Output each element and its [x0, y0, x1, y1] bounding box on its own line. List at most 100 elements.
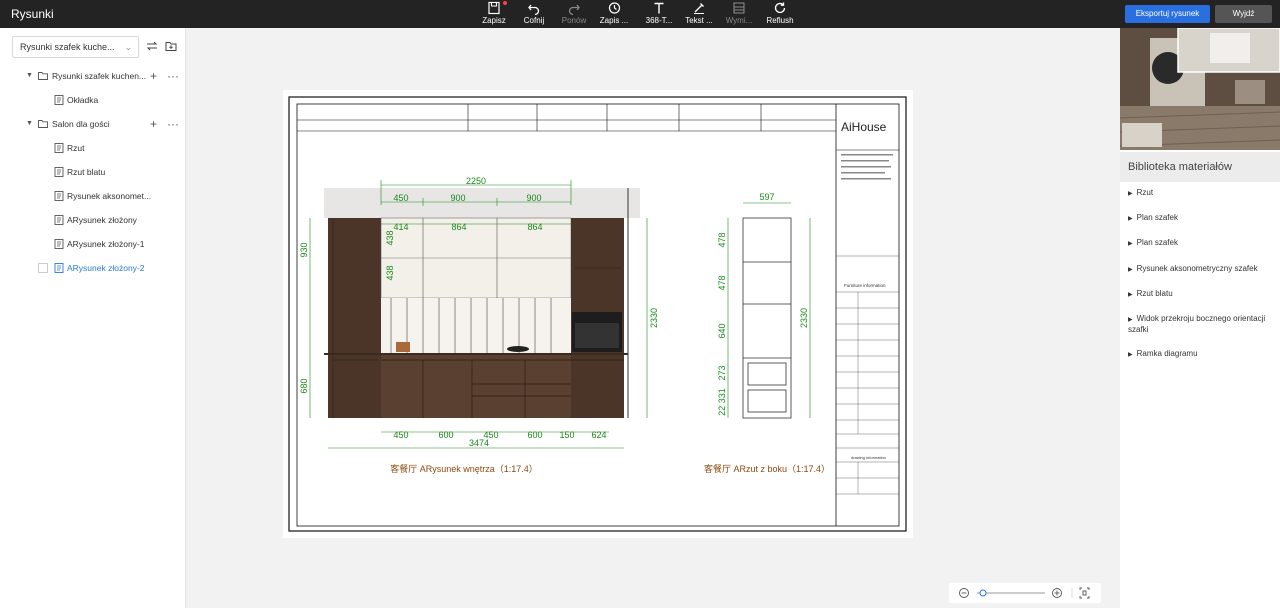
- caret-right-icon: ▶: [1128, 241, 1133, 247]
- caret-right-icon: ▶: [1128, 317, 1133, 323]
- refresh-icon: [774, 2, 786, 14]
- top-toolbar: Rysunki Zapisz Cofnij Ponów Zapis ... 36…: [0, 0, 1280, 28]
- dim-label: 864: [527, 222, 542, 232]
- zoom-in-icon[interactable]: [1052, 588, 1062, 598]
- dim-label: 2250: [466, 176, 486, 186]
- drawing-file-icon: [54, 95, 64, 105]
- dim-label: 930: [299, 242, 309, 257]
- more-icon[interactable]: ···: [167, 114, 179, 134]
- dim-label: 438: [385, 230, 395, 245]
- library-item-label: Plan szafek: [1136, 213, 1178, 222]
- tree-item-label: ARysunek złożony-2: [67, 263, 145, 273]
- dim-label: 640: [717, 323, 727, 338]
- drawing-file-icon: [54, 167, 64, 177]
- dim-label: 680: [299, 378, 309, 393]
- library-item-countertop[interactable]: ▶ Rzut blatu: [1128, 289, 1273, 300]
- side-view-caption: 客餐厅 ARzut z boku（1:17.4）: [704, 463, 830, 474]
- reflush-button[interactable]: Reflush: [755, 1, 805, 25]
- tree-item-label: Rysunek aksonomet...: [67, 191, 152, 201]
- dim-label: 597: [759, 192, 774, 202]
- drawing-file-icon: [54, 263, 64, 273]
- tree-item-label: ARysunek złożony: [67, 215, 137, 225]
- dim-label: 450: [393, 430, 408, 440]
- drawing-file-icon: [54, 215, 64, 225]
- material-preview-thumbnail[interactable]: [1120, 28, 1280, 150]
- zoom-bar: [949, 583, 1101, 603]
- undo-icon: [528, 4, 540, 15]
- chevron-down-icon: ⌄: [124, 42, 132, 52]
- checkbox[interactable]: [38, 263, 48, 273]
- reflush-label: Reflush: [766, 16, 794, 25]
- dim-label: 3474: [469, 438, 489, 448]
- redo-label: Ponów: [561, 16, 587, 25]
- library-item-plan[interactable]: ▶ Rzut: [1128, 188, 1273, 199]
- caret-right-icon: ▶: [1128, 191, 1133, 197]
- left-panel: Rysunki szafek kuche... ⌄ ▼ Rysunki szaf…: [0, 28, 186, 608]
- drawing-canvas[interactable]: AiHouse Furniture information drawing in…: [187, 28, 1120, 608]
- tree-item-label: Rzut blatu: [67, 167, 106, 177]
- library-item-label: Plan szafek: [1136, 238, 1178, 247]
- zoom-out-icon[interactable]: [959, 588, 969, 598]
- folder-icon: [38, 72, 48, 80]
- library-item-cabinet-plan-2[interactable]: ▶ Plan szafek: [1128, 238, 1273, 249]
- dim-label: 864: [451, 222, 466, 232]
- zoom-slider-handle[interactable]: [979, 589, 987, 597]
- dim-label: 438: [385, 265, 395, 280]
- fit-screen-icon[interactable]: [1079, 587, 1090, 599]
- drawing-file-icon: [54, 143, 64, 153]
- library-item-axonometric[interactable]: ▶ Rysunek aksonometryczny szafek: [1128, 264, 1273, 275]
- library-item-cabinet-plan[interactable]: ▶ Plan szafek: [1128, 213, 1273, 224]
- library-item-label: Rzut blatu: [1136, 289, 1173, 298]
- add-icon[interactable]: +: [150, 114, 157, 134]
- drawing-file-icon: [54, 239, 64, 249]
- swap-icon[interactable]: [146, 40, 158, 52]
- redo-icon: [568, 4, 580, 15]
- library-item-side-section[interactable]: ▶ Widok przekroju bocznego orientacji sza…: [1128, 314, 1273, 335]
- history-icon: [608, 2, 621, 14]
- save-icon: [488, 1, 500, 15]
- right-panel: Biblioteka materiałów ▶ Rzut ▶ Plan szafek…: [1120, 28, 1280, 608]
- undo-label: Cofnij: [523, 16, 545, 25]
- caret-right-icon: ▶: [1128, 352, 1133, 358]
- new-folder-icon[interactable]: [165, 40, 177, 52]
- dim-label: 900: [450, 193, 465, 203]
- drawing-set-select[interactable]: Rysunki szafek kuche... ⌄: [12, 36, 139, 58]
- text-tool-label: Tekst ...: [685, 16, 713, 25]
- dim-label: 273: [717, 365, 727, 380]
- dim-label: 478: [717, 232, 727, 247]
- dim-label: 150: [559, 430, 574, 440]
- side-elevation: [742, 217, 792, 419]
- more-icon[interactable]: ···: [167, 66, 179, 86]
- tree-item-guest-living[interactable]: ▼ Salon dla gości + ···: [26, 114, 186, 134]
- library-item-label: Rzut: [1136, 188, 1154, 197]
- dim-label: 2330: [649, 308, 659, 328]
- material-library-header: Biblioteka materiałów: [1120, 152, 1280, 182]
- tree-item-label: Rysunki szafek kuchen...: [52, 71, 147, 81]
- library-item-diagram-frame[interactable]: ▶ Ramka diagramu: [1128, 349, 1273, 360]
- dim-label: 450: [393, 193, 408, 203]
- library-item-label: Rysunek aksonometryczny szafek: [1136, 264, 1258, 273]
- pen-icon: [694, 3, 704, 14]
- caret-right-icon: ▶: [1128, 267, 1133, 273]
- history-button[interactable]: Zapis ...: [589, 1, 639, 25]
- save-label: Zapisz: [482, 16, 506, 25]
- add-icon[interactable]: +: [150, 66, 157, 86]
- tree-item-kitchen-drawings[interactable]: ▼ Rysunki szafek kuchen... + ···: [26, 66, 186, 86]
- caret-down-icon: ▼: [26, 72, 33, 79]
- dim-label: 478: [717, 275, 727, 290]
- drawing-sheet: AiHouse Furniture information drawing in…: [283, 90, 913, 538]
- history-label: Zapis ...: [599, 16, 629, 25]
- dim-label: 600: [527, 430, 542, 440]
- brand-logo-text: AiHouse: [841, 120, 887, 134]
- dim-label: 414: [393, 222, 408, 232]
- furniture-info-header: Furniture information: [844, 283, 886, 288]
- drawing-set-select-value: Rysunki szafek kuche...: [20, 42, 115, 52]
- app-title: Rysunki: [11, 7, 54, 21]
- exit-button[interactable]: Wyjdź: [1215, 5, 1272, 23]
- export-drawing-button[interactable]: Eksportuj rysunek: [1125, 5, 1210, 23]
- caret-right-icon: ▶: [1128, 216, 1133, 222]
- library-item-label: Widok przekroju bocznego orientacji szaf…: [1128, 314, 1266, 334]
- tree-item-label: ARysunek złożony-1: [67, 239, 145, 249]
- dimension-icon: [733, 2, 745, 14]
- caret-down-icon: ▼: [26, 120, 33, 127]
